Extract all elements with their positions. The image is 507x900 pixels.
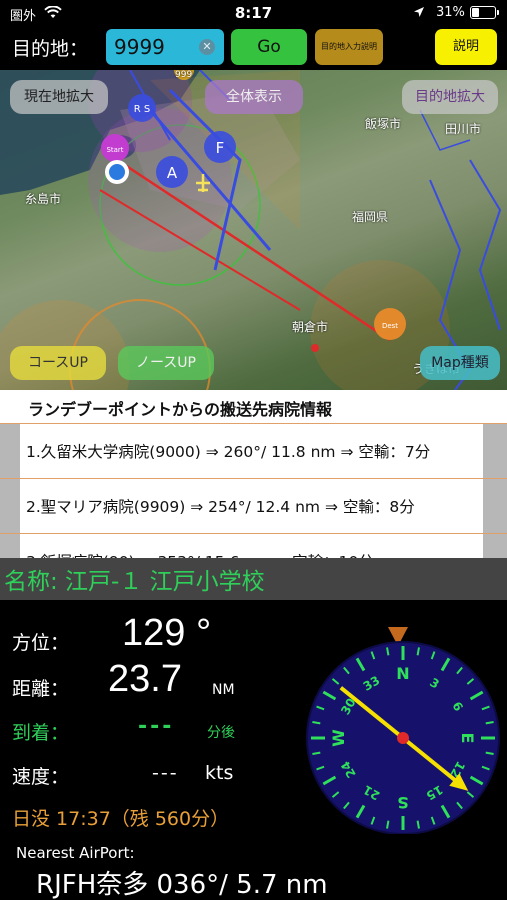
nearest-airport-value: RJFH奈多 036°/ 5.7 nm <box>36 870 328 900</box>
arrival-value: --- <box>138 714 175 739</box>
status-bar: 圏外 8:17 31% <box>0 0 507 26</box>
compass-label: E <box>458 733 477 744</box>
destination-help-button[interactable]: 目的地入力説明 <box>315 29 383 65</box>
speed-label: 速度： <box>12 766 70 788</box>
location-arrow-icon <box>414 7 424 17</box>
place-asakura: 朝倉市 <box>292 320 329 334</box>
go-button[interactable]: Go <box>231 29 307 65</box>
hospital-row-text: 2.聖マリア病院(9909) ⇒ 254°/ 12.4 nm ⇒ 空輸：8分 <box>26 498 415 516</box>
hospital-row-text: 1.久留米大学病院(9000) ⇒ 260°/ 11.8 nm ⇒ 空輸：7分 <box>26 443 431 461</box>
compass-rose: N36E1215S2124W3033 <box>306 627 500 834</box>
compass-center <box>397 732 409 744</box>
compass-label: N <box>396 664 409 683</box>
sunset-info: 日没 17:37（残 560分） <box>12 808 230 830</box>
nearest-airport-label: Nearest AirPort: <box>16 844 135 862</box>
compass-tick <box>386 820 390 829</box>
course-up-button[interactable]: コースUP <box>10 346 106 380</box>
battery-percent: 31% <box>436 5 465 20</box>
f-marker-label: F <box>216 139 225 157</box>
hospital-row[interactable]: 3.飯塚病院(90) ⇒ 353°/ 15.6 nm ⇒ 空輸：10分 <box>0 533 507 558</box>
destination-label: 目的地： <box>12 38 89 60</box>
distance-unit: NM <box>212 682 235 698</box>
location-name-bar: 名称: 江戸-１ 江戸小学校 <box>0 558 507 600</box>
compass-tick <box>312 721 321 725</box>
map-view[interactable]: Start R S A F Dest 糸島市 飯塚市 田川市 福岡県 朝倉市 う… <box>0 70 507 390</box>
place-itoshima: 糸島市 <box>25 192 62 206</box>
clock: 8:17 <box>234 4 273 22</box>
place-tagawa: 田川市 <box>445 122 482 136</box>
start-marker-label: Start <box>106 146 123 154</box>
compass-tick <box>416 820 420 829</box>
hospital-row[interactable]: 1.久留米大学病院(9000) ⇒ 260°/ 11.8 nm ⇒ 空輸：7分 <box>0 423 507 478</box>
dest-marker-label: Dest <box>382 322 398 330</box>
compass-tick <box>416 647 420 656</box>
hospital-title: ランデブーポイントからの搬送先病院情報 <box>28 400 333 419</box>
distance-value: 23.7 <box>108 658 182 700</box>
map-type-button[interactable]: Map種類 <box>420 346 500 380</box>
destination-bar: 目的地： 9999 ✕ Go 目的地入力説明 説明 <box>0 26 507 70</box>
hospital-row[interactable]: 2.聖マリア病院(9909) ⇒ 254°/ 12.4 nm ⇒ 空輸：8分 <box>0 478 507 533</box>
speed-value: --- <box>152 762 179 784</box>
destination-input[interactable]: 9999 ✕ <box>106 29 224 65</box>
hospital-row-text: 3.飯塚病院(90) ⇒ 353°/ 15.6 nm ⇒ 空輸：10分 <box>26 550 374 558</box>
place-999: 999 <box>175 70 193 80</box>
zoom-current-button[interactable]: 現在地拡大 <box>10 80 108 114</box>
compass-tick <box>485 751 494 755</box>
rs-marker-label: R S <box>134 104 150 115</box>
north-up-button[interactable]: ノースUP <box>118 346 214 380</box>
compass-tick <box>312 751 321 755</box>
heading-label: 方位： <box>12 632 70 654</box>
help-button[interactable]: 説明 <box>435 29 497 65</box>
location-name: 名称: 江戸-１ 江戸小学校 <box>4 569 265 595</box>
arrival-label: 到着： <box>12 722 70 744</box>
compass-tick <box>386 647 390 656</box>
show-all-button[interactable]: 全体表示 <box>205 80 303 114</box>
heading-value: 129 ° <box>122 612 212 654</box>
arrival-unit: 分後 <box>207 725 235 741</box>
navigation-info: 方位： 129 ° 距離： 23.7 NM 到着： --- 分後 速度： ---… <box>0 600 507 900</box>
destination-value[interactable]: 9999 <box>114 35 165 59</box>
clear-icon[interactable]: ✕ <box>199 39 215 55</box>
hospital-panel: ランデブーポイントからの搬送先病院情報 1.久留米大学病院(9000) ⇒ 26… <box>0 390 507 558</box>
speed-unit: kts <box>205 762 234 784</box>
battery-icon <box>470 6 499 19</box>
compass-label: W <box>329 729 348 747</box>
distance-label: 距離： <box>12 678 70 700</box>
map-overlay: Start R S A F Dest <box>0 70 502 390</box>
zoom-destination-button[interactable]: 目的地拡大 <box>402 80 498 114</box>
place-iizuka: 飯塚市 <box>365 117 402 131</box>
a-marker-label: A <box>167 164 178 182</box>
place-fukuoka: 福岡県 <box>352 210 389 224</box>
compass-tick <box>485 721 494 725</box>
compass-label: S <box>397 793 409 812</box>
